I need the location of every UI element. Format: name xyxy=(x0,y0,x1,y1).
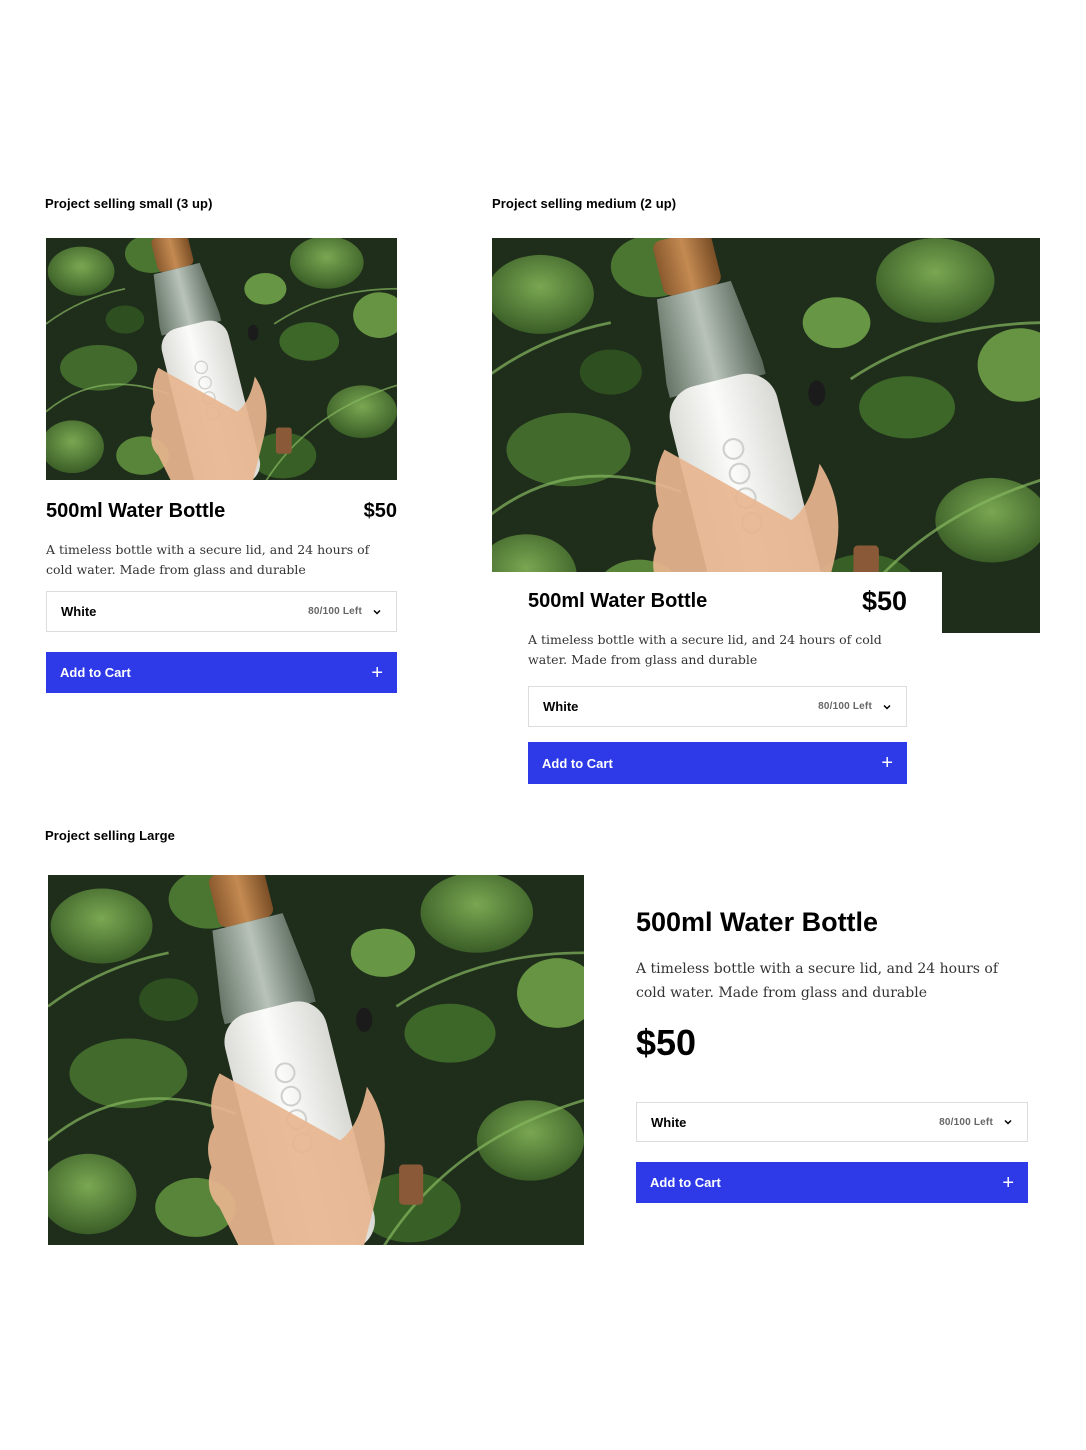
variant-select[interactable]: White 80/100 Left xyxy=(636,1102,1028,1142)
variant-value: White xyxy=(651,1114,687,1130)
variant-select[interactable]: White 80/100 Left xyxy=(528,686,907,727)
product-image[interactable] xyxy=(48,875,584,1245)
product-title: 500ml Water Bottle xyxy=(46,500,226,522)
add-to-cart-button[interactable]: Add to Cart + xyxy=(636,1162,1028,1203)
variant-select[interactable]: White 80/100 Left xyxy=(46,591,397,632)
product-description: A timeless bottle with a secure lid, and… xyxy=(528,632,882,667)
product-title: 500ml Water Bottle xyxy=(636,907,879,937)
stock-count: 80/100 Left xyxy=(818,701,872,712)
plus-icon: + xyxy=(371,661,383,684)
variant-value: White xyxy=(543,699,579,714)
chevron-down-icon xyxy=(1003,1117,1013,1127)
chevron-down-icon xyxy=(882,702,892,712)
product-image[interactable] xyxy=(46,238,397,480)
section-label-medium: Project selling medium (2 up) xyxy=(492,196,677,211)
stock-count: 80/100 Left xyxy=(308,606,362,617)
add-to-cart-label: Add to Cart xyxy=(60,665,131,680)
product-price: $50 xyxy=(636,1022,697,1063)
product-price: $50 xyxy=(363,500,397,522)
plus-icon: + xyxy=(1002,1171,1014,1194)
product-price: $50 xyxy=(861,586,907,616)
product-description: A timeless bottle with a secure lid, and… xyxy=(46,542,370,577)
add-to-cart-label: Add to Cart xyxy=(542,755,613,771)
add-to-cart-button[interactable]: Add to Cart + xyxy=(46,652,397,693)
product-title: 500ml Water Bottle xyxy=(528,590,708,612)
plus-icon: + xyxy=(881,752,893,774)
chevron-down-icon xyxy=(372,607,382,617)
section-label-large: Project selling Large xyxy=(45,828,175,843)
stock-count: 80/100 Left xyxy=(939,1116,993,1128)
add-to-cart-button[interactable]: Add to Cart + xyxy=(528,742,907,784)
add-to-cart-label: Add to Cart xyxy=(650,1175,721,1190)
section-label-small: Project selling small (3 up) xyxy=(45,196,213,211)
product-description: A timeless bottle with a secure lid, and… xyxy=(636,961,999,1001)
variant-value: White xyxy=(61,604,97,619)
